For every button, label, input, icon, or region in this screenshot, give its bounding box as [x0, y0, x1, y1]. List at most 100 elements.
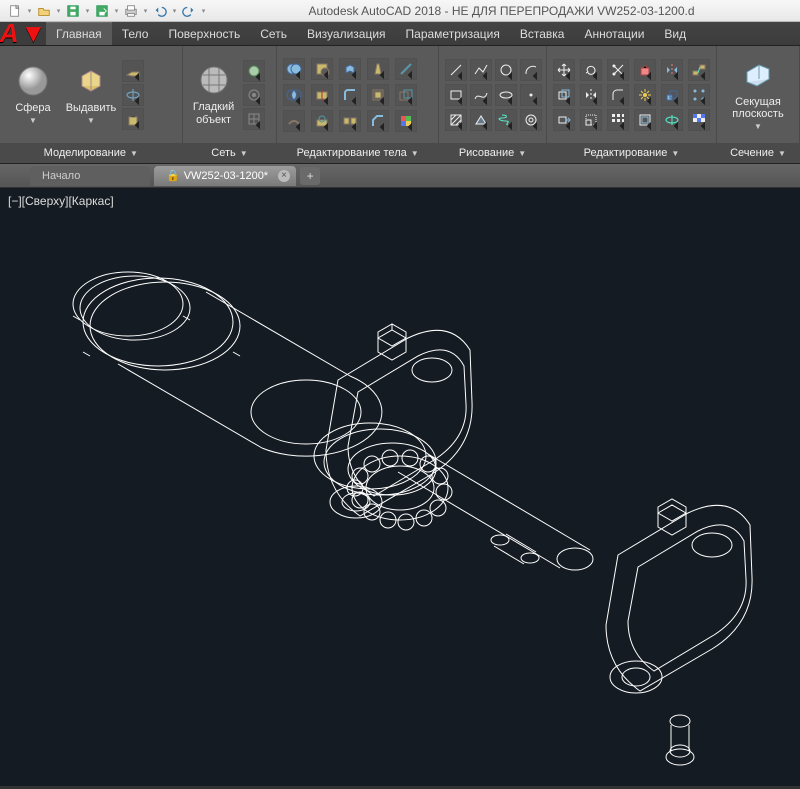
- rotate3d-button[interactable]: [661, 109, 683, 131]
- close-tab-button[interactable]: ×: [278, 170, 290, 182]
- copy-button[interactable]: [553, 84, 575, 106]
- smooth-icon: [197, 63, 231, 97]
- scale3d-button[interactable]: [661, 84, 683, 106]
- panel-title-mesh[interactable]: Сеть▼: [183, 143, 277, 163]
- tab-home[interactable]: Главная: [46, 22, 112, 45]
- extrude-button[interactable]: Выдавить▼: [62, 50, 120, 140]
- point-button[interactable]: [520, 84, 542, 106]
- taper-button[interactable]: [367, 58, 389, 80]
- tab-parametric[interactable]: Параметризация: [396, 22, 510, 45]
- ribbon-tabs: A▼ Главная Тело Поверхность Сеть Визуали…: [0, 22, 800, 46]
- spline-button[interactable]: [470, 84, 492, 106]
- offset-button[interactable]: [634, 109, 656, 131]
- file-tabs: Начало 🔒 VW252-03-1200* × +: [0, 164, 800, 188]
- panel-section: Секущая плоскость▼ Сечение▼: [717, 46, 800, 163]
- imprint-button[interactable]: [311, 110, 333, 132]
- quick-access-toolbar: ▾ ▾ ▾ ▾ ▾ ▾ ▾: [4, 2, 207, 20]
- array-button[interactable]: [607, 109, 629, 131]
- mesh-more-2[interactable]: [243, 84, 265, 106]
- subtract-button[interactable]: [311, 58, 333, 80]
- panel-mesh: Гладкий объект Сеть▼: [183, 46, 278, 163]
- tab-mesh[interactable]: Сеть: [250, 22, 297, 45]
- file-tab-active[interactable]: 🔒 VW252-03-1200* ×: [154, 166, 296, 186]
- extrude-face-button[interactable]: [339, 58, 361, 80]
- qat-new-button[interactable]: [4, 2, 26, 20]
- qat-save-button[interactable]: [62, 2, 84, 20]
- explode-button[interactable]: [634, 84, 656, 106]
- fillet-edge-button[interactable]: [339, 84, 361, 106]
- smooth-button[interactable]: Гладкий объект: [187, 50, 241, 140]
- revolve-button[interactable]: [122, 84, 144, 106]
- color-face-button[interactable]: [395, 110, 417, 132]
- edge-button[interactable]: [395, 58, 417, 80]
- panel-title-section[interactable]: Сечение▼: [717, 143, 799, 163]
- thicken-button[interactable]: [283, 110, 305, 132]
- trim-button[interactable]: [607, 59, 629, 81]
- shell-button[interactable]: [367, 84, 389, 106]
- hatch-button[interactable]: [445, 109, 467, 131]
- move-button[interactable]: [553, 59, 575, 81]
- erase-button[interactable]: [634, 59, 656, 81]
- file-tab-start[interactable]: Начало: [30, 166, 150, 186]
- mirror-button[interactable]: [580, 84, 602, 106]
- sphere-button[interactable]: Сфера▼: [4, 50, 62, 140]
- slice-button[interactable]: [311, 84, 333, 106]
- new-tab-button[interactable]: +: [300, 167, 320, 185]
- qat-undo-button[interactable]: [149, 2, 171, 20]
- tab-view[interactable]: Вид: [654, 22, 696, 45]
- panel-title-modify[interactable]: Редактирование▼: [547, 143, 716, 163]
- offset-face-button[interactable]: [395, 84, 417, 106]
- separate-button[interactable]: [339, 110, 361, 132]
- mirror3d-button[interactable]: [661, 59, 683, 81]
- stretch-button[interactable]: [553, 109, 575, 131]
- scale-button[interactable]: [580, 109, 602, 131]
- array3d-button[interactable]: [688, 84, 710, 106]
- rect-button[interactable]: [445, 84, 467, 106]
- tab-annotate[interactable]: Аннотации: [574, 22, 654, 45]
- mesh-more-1[interactable]: [243, 60, 265, 82]
- union-button[interactable]: [283, 58, 305, 80]
- extrude-icon: [74, 64, 108, 98]
- model-viewport[interactable]: [−][Сверху][Каркас]: [0, 188, 800, 786]
- qat-plot-button[interactable]: [120, 2, 142, 20]
- presspull-button[interactable]: [122, 108, 144, 130]
- helix-button[interactable]: [495, 109, 517, 131]
- lock-icon: 🔒: [166, 169, 180, 182]
- rotate-button[interactable]: [580, 59, 602, 81]
- intersect-button[interactable]: [283, 84, 305, 106]
- panel-title-solid-edit[interactable]: Редактирование тела▼: [277, 143, 438, 163]
- donut-button[interactable]: [520, 109, 542, 131]
- panel-title-modeling[interactable]: Моделирование▼: [0, 143, 182, 163]
- panel-modeling: Сфера▼ Выдавить▼ Моделирование▼: [0, 46, 183, 163]
- window-title: Autodesk AutoCAD 2018 - НЕ ДЛЯ ПЕРЕПРОДА…: [207, 4, 796, 18]
- line-button[interactable]: [445, 59, 467, 81]
- ribbon: Сфера▼ Выдавить▼ Моделирование▼ Гладкий …: [0, 46, 800, 164]
- section-plane-icon: [741, 58, 775, 92]
- tab-surface[interactable]: Поверхность: [158, 22, 250, 45]
- sphere-icon: [16, 64, 50, 98]
- panel-solid-edit: Редактирование тела▼: [277, 46, 439, 163]
- mesh-more-3[interactable]: [243, 108, 265, 130]
- panel-draw: Рисование▼: [439, 46, 547, 163]
- ellipse-button[interactable]: [495, 84, 517, 106]
- tab-visualize[interactable]: Визуализация: [297, 22, 396, 45]
- qat-open-button[interactable]: [33, 2, 55, 20]
- app-menu-button[interactable]: A▼: [0, 22, 46, 45]
- arc-button[interactable]: [520, 59, 542, 81]
- region-button[interactable]: [470, 109, 492, 131]
- align-button[interactable]: [688, 59, 710, 81]
- tab-solid[interactable]: Тело: [112, 22, 159, 45]
- panel-modify: Редактирование▼: [547, 46, 717, 163]
- panel-title-draw[interactable]: Рисование▼: [439, 143, 546, 163]
- chamfer-edge-button[interactable]: [367, 110, 389, 132]
- section-plane-button[interactable]: Секущая плоскость▼: [721, 50, 795, 140]
- titlebar: ▾ ▾ ▾ ▾ ▾ ▾ ▾ Autodesk AutoCAD 2018 - НЕ…: [0, 0, 800, 22]
- qat-redo-button[interactable]: [178, 2, 200, 20]
- tab-insert[interactable]: Вставка: [510, 22, 575, 45]
- polysolid-button[interactable]: [122, 60, 144, 82]
- circle-button[interactable]: [495, 59, 517, 81]
- qat-saveas-button[interactable]: [91, 2, 113, 20]
- fillet-button[interactable]: [607, 84, 629, 106]
- polyline-button[interactable]: [470, 59, 492, 81]
- grid-button[interactable]: [688, 109, 710, 131]
